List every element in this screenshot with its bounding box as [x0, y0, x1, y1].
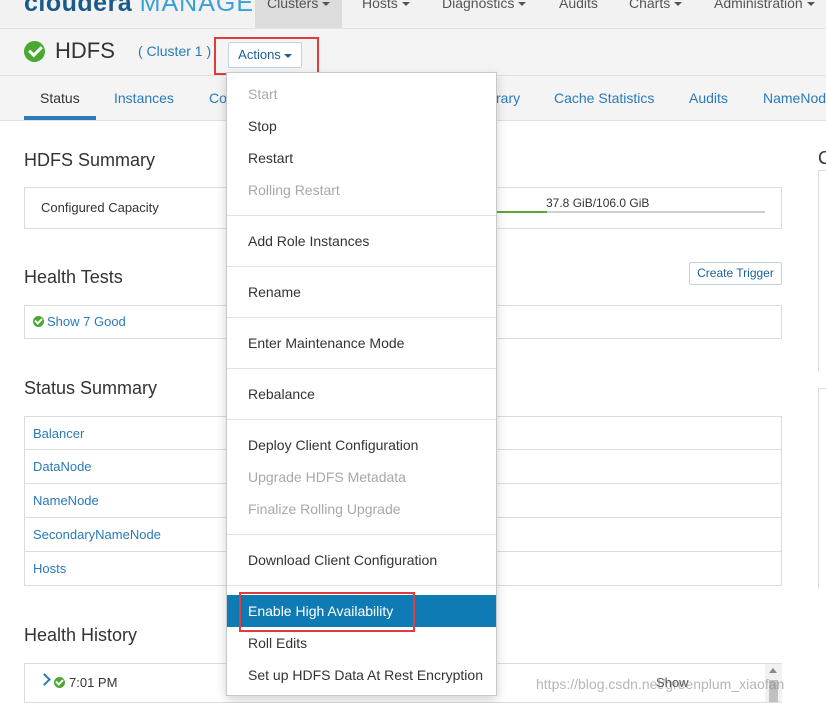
- right-column-panel: [818, 170, 826, 371]
- health-history-title: Health History: [24, 625, 138, 645]
- nav-diagnostics[interactable]: Diagnostics: [442, 0, 527, 11]
- tab-audits[interactable]: Audits: [689, 90, 728, 106]
- datanode-link[interactable]: DataNode: [33, 459, 92, 474]
- menu-divider: [227, 419, 496, 420]
- hdfs-summary-title: HDFS Summary: [24, 150, 156, 170]
- capacity-bar-fill: [493, 211, 547, 213]
- menu-item-setup-hdfs-encryption[interactable]: Set up HDFS Data At Rest Encryption: [227, 659, 496, 691]
- cluster-link[interactable]: ( Cluster 1 ): [138, 43, 211, 59]
- right-column-title: C: [818, 148, 826, 168]
- tab-configuration[interactable]: Co: [209, 90, 227, 106]
- menu-divider: [227, 585, 496, 586]
- tab-namenode[interactable]: NameNod: [763, 90, 826, 106]
- check-circle-icon: [33, 316, 44, 327]
- logo-main-text: cloudera: [24, 0, 133, 17]
- health-good-icon: [24, 41, 45, 62]
- menu-divider: [227, 215, 496, 216]
- menu-item-start[interactable]: Start: [227, 78, 496, 110]
- nav-clusters-label: Clusters: [267, 0, 319, 11]
- scroll-up-icon[interactable]: [769, 668, 777, 673]
- tab-status[interactable]: Status: [40, 90, 80, 106]
- cloudera-manager-logo[interactable]: cloudera MANAGER: [24, 0, 273, 18]
- service-title: HDFS: [55, 38, 115, 63]
- chevron-down-icon: [283, 53, 292, 58]
- top-nav: cloudera MANAGER Clusters Hosts Diagnost…: [0, 0, 826, 29]
- menu-item-rebalance[interactable]: Rebalance: [227, 378, 496, 410]
- nav-administration-label: Administration: [714, 0, 803, 11]
- right-column-panel: [818, 388, 826, 589]
- nav-administration[interactable]: Administration: [714, 0, 815, 11]
- capacity-bar: [493, 211, 765, 213]
- balancer-link[interactable]: Balancer: [33, 426, 84, 441]
- status-summary-title: Status Summary: [24, 378, 158, 398]
- service-header: HDFS ( Cluster 1 ): [0, 29, 826, 76]
- menu-item-stop[interactable]: Stop: [227, 110, 496, 142]
- high-availability-highlight-box: [239, 592, 415, 632]
- actions-label: Actions: [238, 47, 281, 62]
- secondarynamenode-link[interactable]: SecondaryNameNode: [33, 527, 161, 542]
- chevron-down-icon: [401, 2, 410, 7]
- nav-audits[interactable]: Audits: [559, 0, 598, 11]
- tab-file-browser[interactable]: rary: [496, 90, 520, 106]
- menu-item-rolling-restart[interactable]: Rolling Restart: [227, 174, 496, 206]
- nav-hosts[interactable]: Hosts: [362, 0, 410, 11]
- capacity-value: 37.8 GiB/106.0 GiB: [546, 196, 650, 210]
- tab-instances[interactable]: Instances: [114, 90, 174, 106]
- capacity-label: Configured Capacity: [41, 200, 159, 215]
- menu-divider: [227, 368, 496, 369]
- menu-item-add-role-instances[interactable]: Add Role Instances: [227, 225, 496, 257]
- nav-clusters[interactable]: Clusters: [255, 0, 343, 28]
- watermark: https://blog.csdn.net/greenplum_xiaofan: [536, 676, 785, 692]
- show-good-link[interactable]: Show 7 Good: [47, 314, 126, 329]
- chevron-down-icon: [674, 2, 683, 7]
- namenode-link[interactable]: NameNode: [33, 493, 99, 508]
- create-trigger-button[interactable]: Create Trigger: [689, 262, 782, 285]
- nav-hosts-label: Hosts: [362, 0, 398, 11]
- nav-charts[interactable]: Charts: [629, 0, 683, 11]
- menu-item-upgrade-hdfs-metadata[interactable]: Upgrade HDFS Metadata: [227, 461, 496, 493]
- nav-charts-label: Charts: [629, 0, 671, 11]
- menu-item-deploy-client-configuration[interactable]: Deploy Client Configuration: [227, 429, 496, 461]
- menu-item-restart[interactable]: Restart: [227, 142, 496, 174]
- chevron-down-icon: [806, 2, 815, 7]
- active-tab-indicator: [24, 116, 96, 120]
- health-tests-title: Health Tests: [24, 267, 123, 287]
- menu-item-download-client-configuration[interactable]: Download Client Configuration: [227, 544, 496, 576]
- nav-diagnostics-label: Diagnostics: [442, 0, 515, 11]
- tab-cache-statistics[interactable]: Cache Statistics: [554, 90, 654, 106]
- menu-divider: [227, 317, 496, 318]
- nav-audits-label: Audits: [559, 0, 598, 11]
- logo-sub-text: MANAGER: [139, 0, 274, 17]
- menu-item-enter-maintenance-mode[interactable]: Enter Maintenance Mode: [227, 327, 496, 359]
- menu-item-finalize-rolling-upgrade[interactable]: Finalize Rolling Upgrade: [227, 493, 496, 525]
- history-entry-time: 7:01 PM: [69, 675, 118, 690]
- chevron-down-icon: [322, 2, 331, 7]
- menu-item-rename[interactable]: Rename: [227, 276, 496, 308]
- hosts-link[interactable]: Hosts: [33, 561, 66, 576]
- menu-divider: [227, 534, 496, 535]
- actions-dropdown-button[interactable]: Actions: [228, 42, 302, 68]
- menu-divider: [227, 266, 496, 267]
- check-circle-icon: [54, 677, 65, 688]
- chevron-down-icon: [518, 2, 527, 7]
